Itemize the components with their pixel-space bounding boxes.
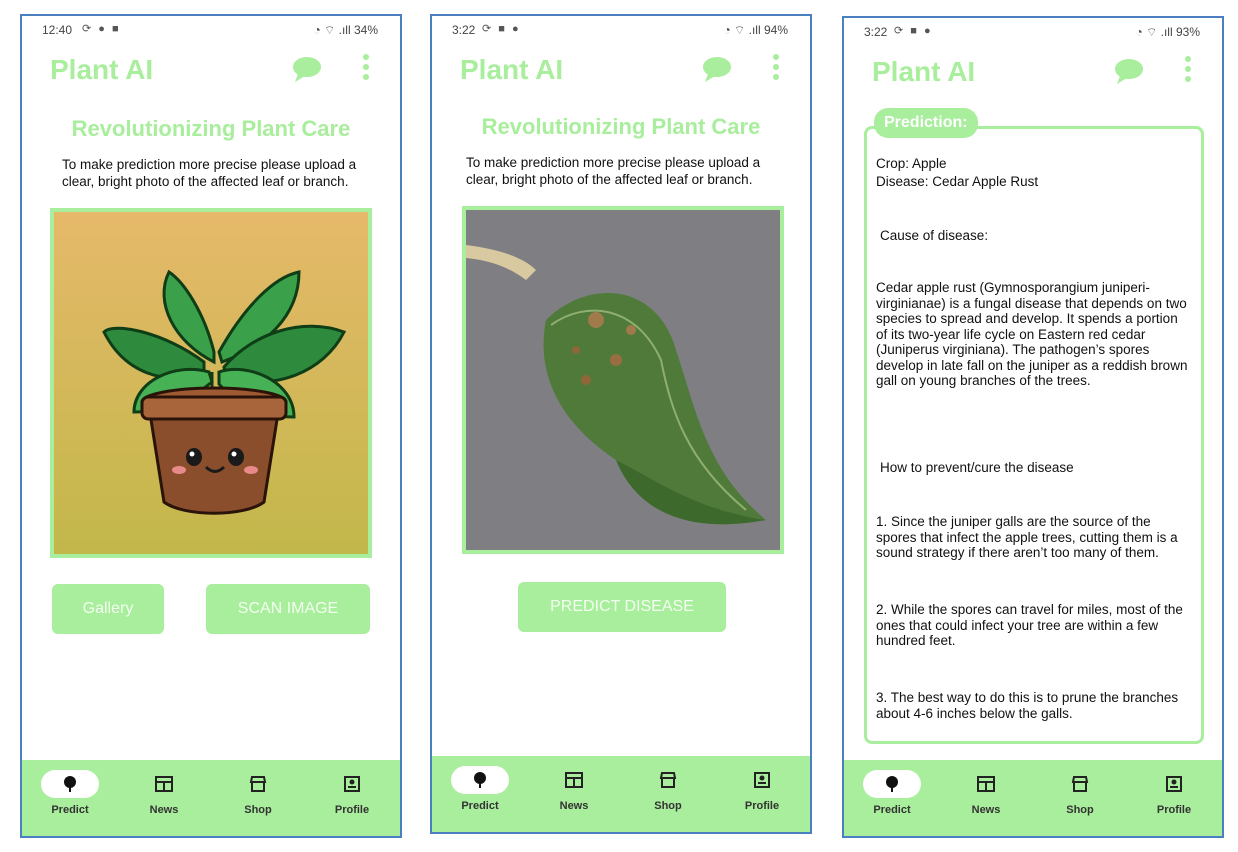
nav-label-profile: Profile xyxy=(1156,804,1192,816)
app-title: Plant AI xyxy=(872,56,976,87)
nav-label-news: News xyxy=(971,804,1001,816)
signal-icon: ◔ ⌔ .ıll xyxy=(1135,25,1176,39)
status-right: ◔ ⌔ .ıll 93% xyxy=(1135,25,1200,40)
status-right: ◔ ⌔ .ıll 94% xyxy=(723,23,788,38)
news-icon xyxy=(565,772,583,788)
nav-label-predict: Predict xyxy=(51,804,89,816)
nav-label-profile: Profile xyxy=(334,804,370,816)
nav-item-shop[interactable]: Shop xyxy=(1040,770,1120,816)
page-heading: Revolutionizing Plant Care xyxy=(481,114,761,139)
prediction-label: Prediction: xyxy=(874,108,978,138)
signal-icon: ◔ ⌔ .ıll xyxy=(313,23,354,37)
app-bar: Plant AI xyxy=(22,50,400,94)
nav-label-shop: Shop xyxy=(654,800,682,812)
bottom-nav: Predict News Shop Profile xyxy=(432,756,810,832)
profile-icon xyxy=(1166,776,1182,792)
nav-label-shop: Shop xyxy=(1066,804,1094,816)
nav-label-news: News xyxy=(149,804,179,816)
image-preview xyxy=(462,206,784,554)
chat-icon[interactable] xyxy=(702,56,732,82)
crop-text: Crop: Apple xyxy=(876,156,947,171)
chat-icon[interactable] xyxy=(1114,58,1144,84)
notification-icons: ⟳ ● ■ xyxy=(82,23,121,35)
tree-icon xyxy=(886,776,898,792)
more-options-icon[interactable] xyxy=(772,54,780,84)
image-preview xyxy=(50,208,372,558)
nav-label-news: News xyxy=(559,800,589,812)
status-bar: 12:40 ⟳ ● ■ ◔ ⌔ .ıll 34% xyxy=(22,16,400,42)
nav-item-news[interactable]: News xyxy=(534,766,614,812)
app-title: Plant AI xyxy=(460,54,564,85)
notification-icons: ⟳ ■ ● xyxy=(894,25,933,37)
nav-item-profile[interactable]: Profile xyxy=(312,770,392,816)
status-bar: 3:22 ⟳ ■ ● ◔ ⌔ .ıll 93% xyxy=(844,18,1222,44)
cause-text: Cedar apple rust (Gymnosporangium junipe… xyxy=(876,280,1188,388)
status-time: 12:40 xyxy=(42,23,73,37)
bottom-nav: Predict News Shop Profile xyxy=(22,760,400,836)
nav-item-predict[interactable]: Predict xyxy=(440,766,520,812)
profile-icon xyxy=(754,772,770,788)
status-time: 3:22 xyxy=(452,23,476,37)
store-icon xyxy=(249,776,267,792)
nav-item-shop[interactable]: Shop xyxy=(218,770,298,816)
prediction-card xyxy=(864,126,1204,744)
nav-item-shop[interactable]: Shop xyxy=(628,766,708,812)
notification-icons: ⟳ ■ ● xyxy=(482,23,521,35)
page-heading: Revolutionizing Plant Care xyxy=(71,116,351,141)
tree-icon xyxy=(64,776,76,792)
leaf-photo xyxy=(466,210,780,550)
nav-label-profile: Profile xyxy=(744,800,780,812)
battery-level: 34% xyxy=(353,23,378,37)
tip-1: 1. Since the juniper galls are the sourc… xyxy=(876,514,1178,560)
signal-icon: ◔ ⌔ .ıll xyxy=(723,23,764,37)
news-icon xyxy=(155,776,173,792)
battery-level: 93% xyxy=(1175,25,1200,39)
instructions-text: To make prediction more precise please u… xyxy=(62,157,357,189)
nav-item-profile[interactable]: Profile xyxy=(722,766,802,812)
status-right: ◔ ⌔ .ıll 34% xyxy=(313,23,378,38)
phone-screen-prediction: 3:22 ⟳ ■ ● ◔ ⌔ .ıll 93% Plant AI Predict… xyxy=(842,16,1224,838)
nav-label-predict: Predict xyxy=(461,800,499,812)
predict-disease-button[interactable]: PREDICT DISEASE xyxy=(518,582,726,632)
disease-text: Disease: Cedar Apple Rust xyxy=(876,174,1039,189)
news-icon xyxy=(977,776,995,792)
tree-icon xyxy=(474,772,486,788)
tip-3: 3. The best way to do this is to prune t… xyxy=(876,690,1179,721)
phone-screen-upload: 12:40 ⟳ ● ■ ◔ ⌔ .ıll 34% Plant AI Revolu… xyxy=(20,14,402,838)
store-icon xyxy=(1071,776,1089,792)
store-icon xyxy=(659,772,677,788)
nav-item-predict[interactable]: Predict xyxy=(30,770,110,816)
tip-2: 2. While the spores can travel for miles… xyxy=(876,602,1183,648)
scan-image-button[interactable]: SCAN IMAGE xyxy=(206,584,370,634)
more-options-icon[interactable] xyxy=(1184,56,1192,86)
profile-icon xyxy=(344,776,360,792)
battery-level: 94% xyxy=(763,23,788,37)
gallery-button[interactable]: Gallery xyxy=(52,584,164,634)
nav-label-shop: Shop xyxy=(244,804,272,816)
nav-item-news[interactable]: News xyxy=(124,770,204,816)
prevent-heading: How to prevent/cure the disease xyxy=(880,460,1074,475)
bottom-nav: Predict News Shop Profile xyxy=(844,760,1222,836)
instructions-text: To make prediction more precise please u… xyxy=(466,155,761,187)
app-bar: Plant AI xyxy=(432,50,810,94)
plant-illustration xyxy=(54,212,368,554)
phone-screen-preview: 3:22 ⟳ ■ ● ◔ ⌔ .ıll 94% Plant AI Revolut… xyxy=(430,14,812,834)
more-options-icon[interactable] xyxy=(362,54,370,84)
status-time: 3:22 xyxy=(864,25,888,39)
app-title: Plant AI xyxy=(50,54,154,85)
status-bar: 3:22 ⟳ ■ ● ◔ ⌔ .ıll 94% xyxy=(432,16,810,42)
app-bar: Plant AI xyxy=(844,52,1222,96)
nav-item-profile[interactable]: Profile xyxy=(1134,770,1214,816)
nav-item-predict[interactable]: Predict xyxy=(852,770,932,816)
chat-icon[interactable] xyxy=(292,56,322,82)
nav-label-predict: Predict xyxy=(873,804,911,816)
nav-item-news[interactable]: News xyxy=(946,770,1026,816)
cause-heading: Cause of disease: xyxy=(880,228,989,243)
